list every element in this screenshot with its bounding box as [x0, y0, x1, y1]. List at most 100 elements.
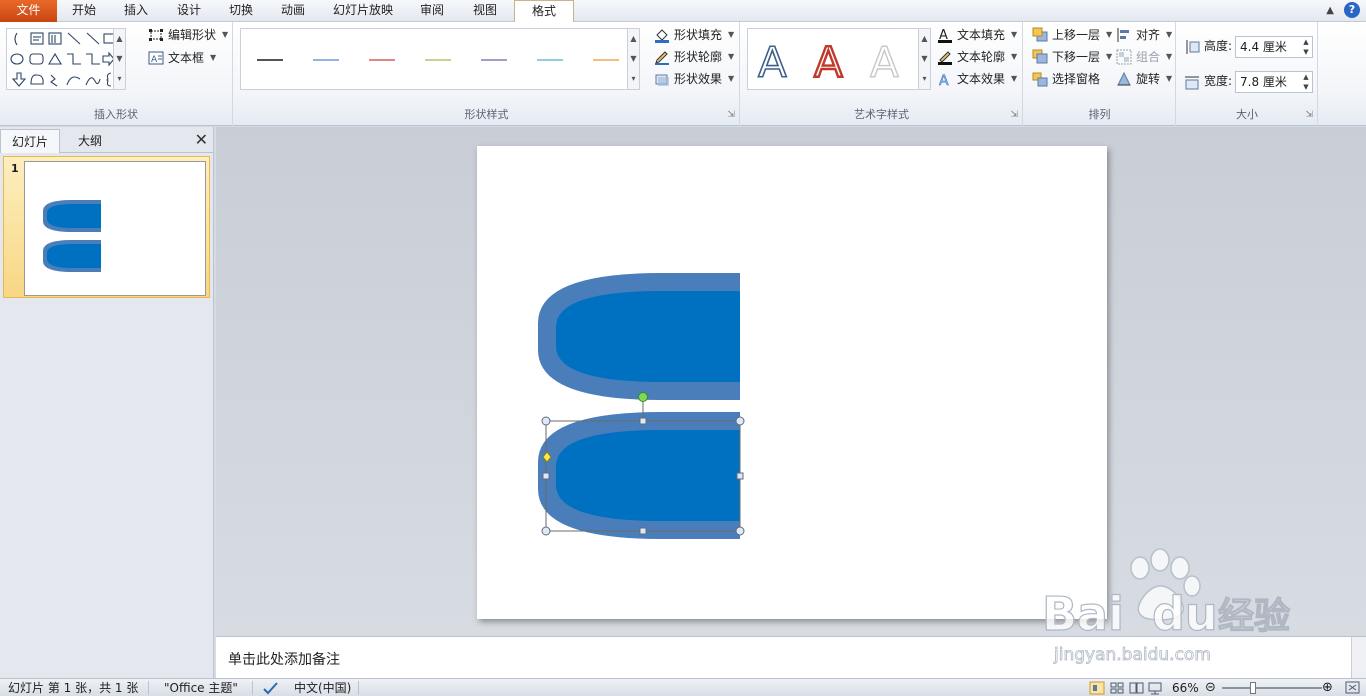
wordart-style-outline-gray[interactable]: A — [866, 37, 914, 83]
ribbon-tab-bar: 文件 开始 插入 设计 切换 动画 幻灯片放映 审阅 视图 格式 ▲ ? — [0, 0, 1366, 23]
width-spinner[interactable]: ▲ ▼ — [1300, 72, 1312, 92]
resize-handle-icon[interactable] — [735, 526, 745, 536]
width-label: 宽度: — [1204, 74, 1233, 88]
resize-handle-icon[interactable] — [735, 416, 745, 426]
wordart-glyph-3: A — [870, 38, 899, 83]
zoom-in-icon[interactable]: ⊕ — [1322, 680, 1333, 696]
resize-handle-icon[interactable] — [542, 472, 550, 480]
tab-outline[interactable]: 大纲 — [60, 129, 120, 153]
text-effects-icon: A — [939, 73, 950, 87]
tab-view[interactable]: 视图 — [461, 0, 509, 22]
resize-handle-icon[interactable] — [639, 417, 647, 425]
pencil-icon — [655, 51, 669, 65]
shape-style-preset[interactable] — [537, 59, 563, 61]
shape-style-preset[interactable] — [481, 59, 507, 61]
slide-thumbnail[interactable] — [24, 161, 206, 296]
shape-fill-button[interactable]: 形状填充 ▼ — [654, 25, 734, 45]
bring-forward-button[interactable]: 上移一层 ▼ — [1032, 25, 1112, 45]
shape-gallery-scroll[interactable]: ▲ ▼ ▾ — [113, 29, 125, 89]
tab-format[interactable]: 格式 — [514, 0, 574, 23]
height-spinner[interactable]: ▲ ▼ — [1300, 37, 1312, 57]
shape-style-preset[interactable] — [257, 59, 283, 61]
width-value: 7.8 厘米 — [1240, 75, 1287, 89]
group-label-arrange: 排列 — [1088, 108, 1111, 121]
adjust-handle-icon[interactable] — [542, 451, 552, 463]
dropdown-arrow-icon: ▼ — [1011, 30, 1018, 39]
text-effects-button[interactable]: A 文本效果 ▼ — [937, 69, 1017, 89]
shape-effects-button[interactable]: 形状效果 ▼ — [654, 69, 734, 89]
style-gallery-scroll[interactable]: ▲ ▼ ▾ — [627, 29, 639, 89]
dropdown-arrow-icon: ▼ — [728, 52, 735, 61]
resize-handle-icon[interactable] — [541, 526, 551, 536]
wordart-gallery[interactable]: A A A ▲ ▼ ▾ — [747, 28, 931, 90]
notes-placeholder: 单击此处添加备注 — [228, 652, 340, 668]
tab-insert[interactable]: 插入 — [112, 0, 160, 22]
shape-upper[interactable] — [536, 273, 741, 401]
dropdown-arrow-icon: ▼ — [1011, 74, 1018, 83]
theme-name[interactable]: "Office 主题" — [164, 680, 238, 696]
view-buttons[interactable] — [1089, 680, 1169, 696]
shape-effects-icon — [655, 74, 669, 86]
close-icon[interactable]: ✕ — [195, 130, 208, 149]
zoom-slider-thumb[interactable] — [1250, 682, 1256, 694]
minimize-ribbon-icon[interactable]: ▲ — [1326, 5, 1334, 16]
spell-check-icon[interactable] — [262, 680, 280, 696]
wordart-gallery-scroll[interactable]: ▲ ▼ ▾ — [918, 29, 930, 89]
shape-style-preset[interactable] — [313, 59, 339, 61]
shape-outline-button[interactable]: 形状轮廓 ▼ — [654, 47, 734, 67]
rotate-handle-icon[interactable] — [638, 392, 648, 402]
dialog-launcher-icon[interactable]: ⇲ — [727, 110, 735, 120]
shape-style-preset[interactable] — [369, 59, 395, 61]
group-wordart-styles: A A A ▲ ▼ ▾ A 文本填充 ▼ 文本轮廓 ▼ A 文本效果 ▼ 艺术字样式… — [741, 22, 1023, 126]
notes-pane[interactable]: 单击此处添加备注 — [216, 636, 1366, 679]
dialog-launcher-icon[interactable]: ⇲ — [1305, 110, 1313, 120]
tab-transitions[interactable]: 切换 — [217, 0, 265, 22]
shape-style-preset[interactable] — [425, 59, 451, 61]
tab-design[interactable]: 设计 — [165, 0, 213, 22]
slide-thumbnail-item[interactable]: 1 — [3, 156, 210, 298]
tab-slides[interactable]: 幻灯片 — [0, 129, 60, 153]
thumbnail-shapes — [43, 200, 101, 272]
height-input[interactable]: 4.4 厘米 ▲ ▼ — [1235, 36, 1313, 58]
zoom-out-icon[interactable]: ⊝ — [1205, 680, 1216, 696]
send-backward-button[interactable]: 下移一层 ▼ — [1032, 47, 1112, 67]
shape-style-gallery[interactable]: ▲ ▼ ▾ — [240, 28, 640, 90]
selection-pane-button[interactable]: 选择窗格 — [1032, 69, 1100, 89]
tab-slideshow[interactable]: 幻灯片放映 — [324, 0, 402, 22]
align-button[interactable]: 对齐 ▼ — [1116, 25, 1172, 45]
wordart-style-outline-red[interactable]: A — [810, 37, 858, 83]
group-label-shape-styles: 形状样式 — [464, 108, 509, 121]
shape-style-preset[interactable] — [593, 59, 619, 61]
help-icon[interactable]: ? — [1344, 2, 1360, 18]
width-icon — [1185, 76, 1199, 90]
height-value: 4.4 厘米 — [1240, 40, 1287, 54]
group-label-size: 大小 — [1236, 108, 1258, 121]
notes-scrollbar[interactable] — [1351, 637, 1366, 679]
width-input[interactable]: 7.8 厘米 ▲ ▼ — [1235, 71, 1313, 93]
text-fill-button[interactable]: A 文本填充 ▼ — [937, 25, 1017, 45]
resize-handle-icon[interactable] — [541, 416, 551, 426]
textbox-button[interactable]: A 文本框 ▼ — [148, 48, 216, 68]
tab-file[interactable]: 文件 — [0, 0, 57, 22]
resize-handle-icon[interactable] — [639, 527, 647, 535]
group-button[interactable]: 组合 ▼ — [1116, 47, 1172, 67]
dropdown-arrow-icon: ▼ — [1166, 52, 1173, 61]
rotate-button[interactable]: 旋转 ▼ — [1116, 69, 1172, 89]
group-label-wordart: 艺术字样式 — [854, 108, 909, 121]
edit-shape-button[interactable]: 编辑形状 ▼ — [148, 25, 228, 45]
tab-review[interactable]: 审阅 — [408, 0, 456, 22]
resize-handle-icon[interactable] — [736, 472, 744, 480]
panel-tabs: 幻灯片 大纲 ✕ — [0, 129, 214, 153]
language[interactable]: 中文(中国) — [294, 680, 351, 696]
zoom-slider[interactable] — [1222, 687, 1322, 689]
dialog-launcher-icon[interactable]: ⇲ — [1010, 110, 1018, 120]
tab-home[interactable]: 开始 — [60, 0, 108, 22]
height-icon — [1186, 40, 1200, 54]
tab-animations[interactable]: 动画 — [269, 0, 317, 22]
text-outline-button[interactable]: 文本轮廓 ▼ — [937, 47, 1017, 67]
zoom-level[interactable]: 66% — [1172, 680, 1199, 696]
slide[interactable] — [477, 146, 1107, 619]
wordart-style-outline-blue[interactable]: A — [754, 37, 802, 83]
shape-gallery[interactable]: ▲ ▼ ▾ — [6, 28, 126, 90]
fit-slide-icon[interactable] — [1344, 680, 1362, 696]
